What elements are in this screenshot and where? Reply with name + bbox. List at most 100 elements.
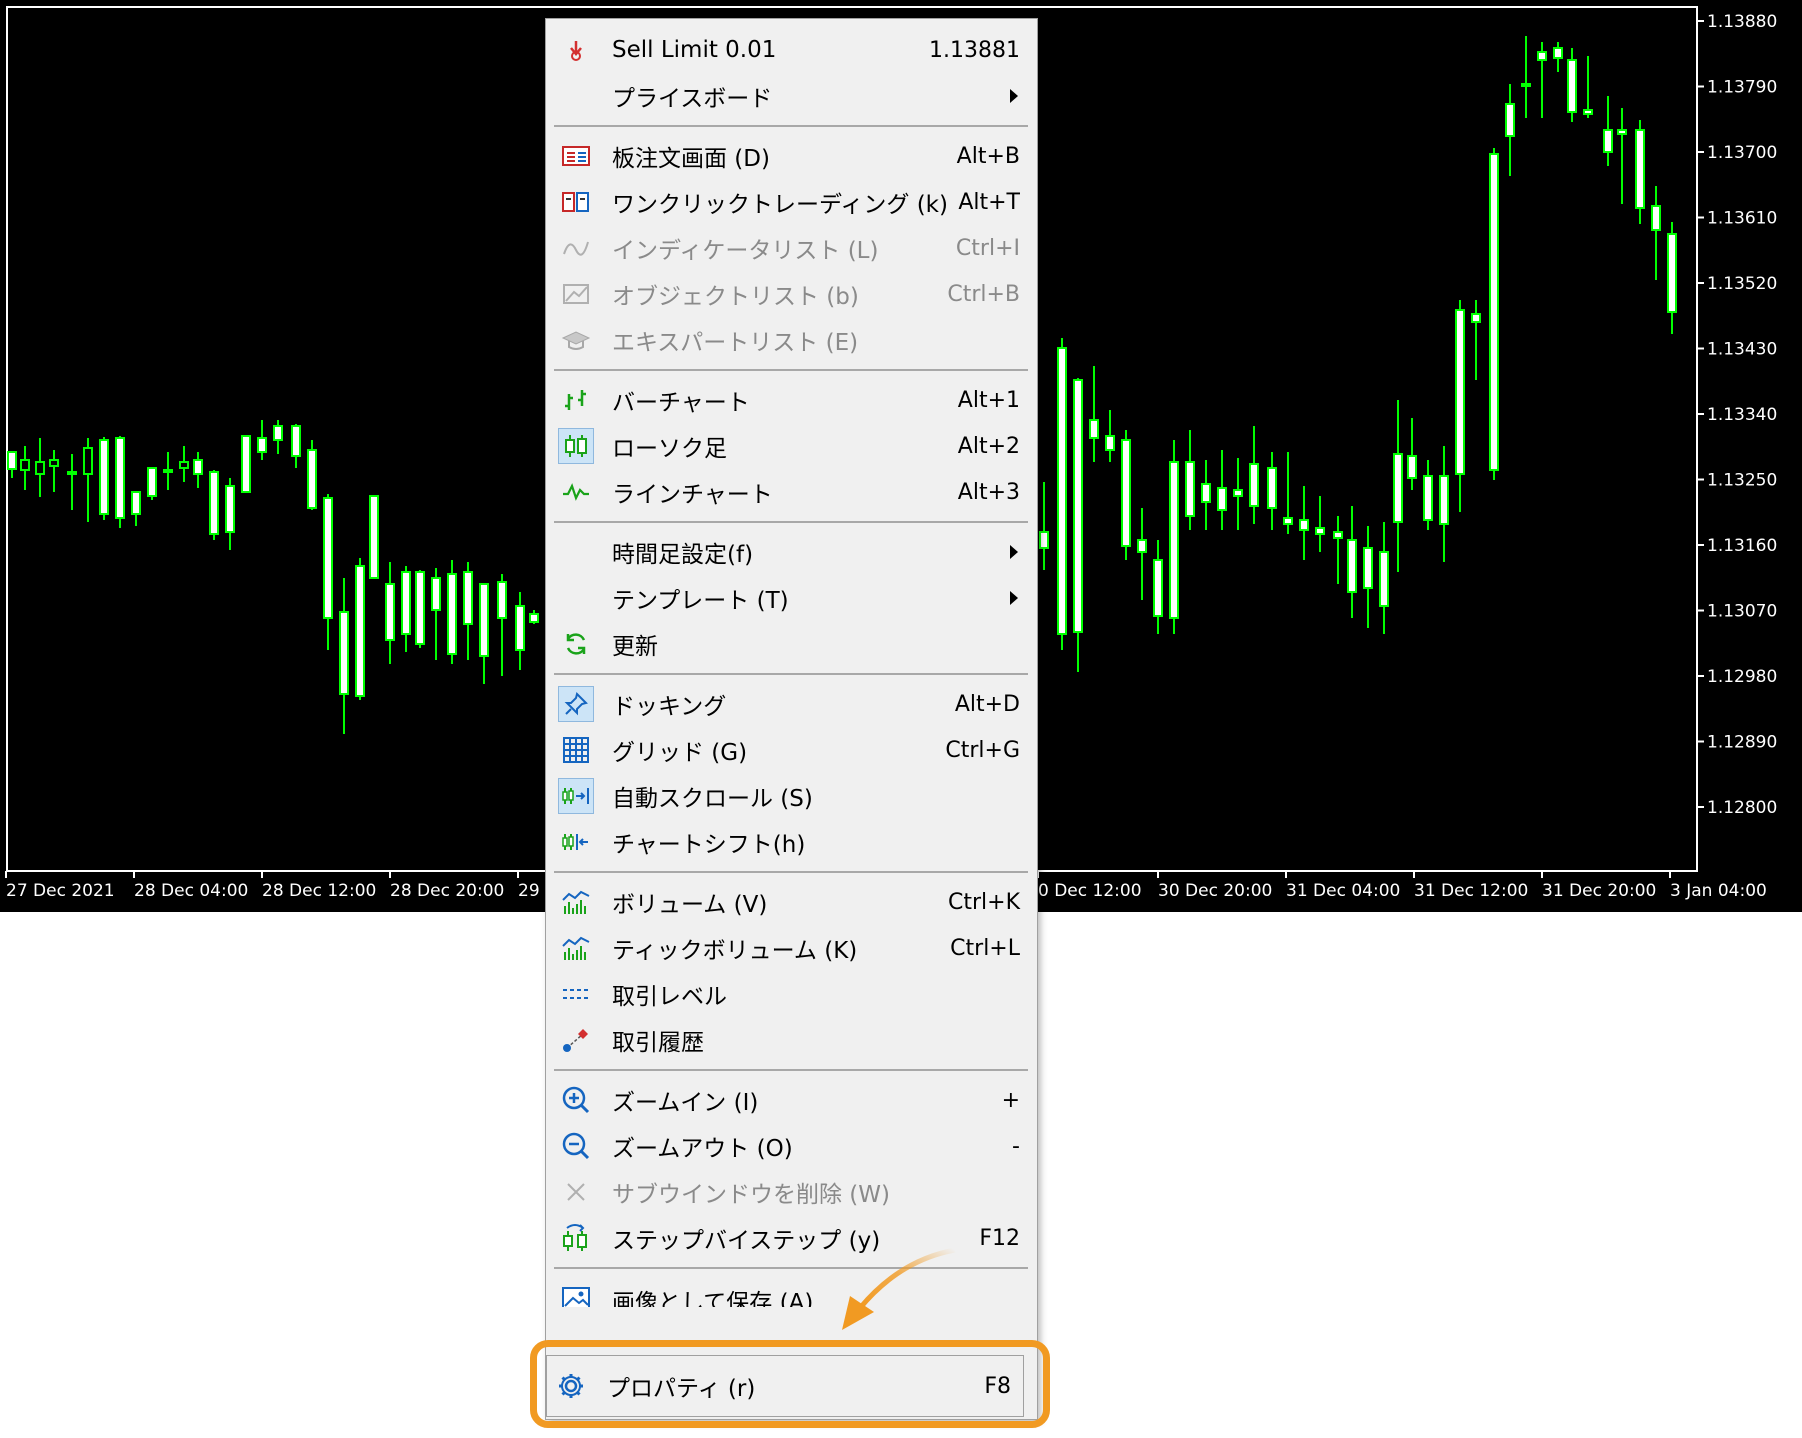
menu-separator — [554, 369, 1028, 371]
menu-item-indicator-list[interactable]: インディケータリスト (L) Ctrl+I — [552, 227, 1032, 269]
chart-shift-icon — [558, 824, 594, 860]
candle-body — [1537, 51, 1547, 61]
menu-item-label: 時間足設定(f) — [612, 542, 754, 568]
candle-body — [225, 485, 235, 533]
tick-volume-icon — [558, 930, 594, 966]
menu-item-zoom-out[interactable]: ズームアウト (O) - — [552, 1125, 1032, 1167]
candle-body — [323, 497, 333, 619]
menu-item-chart-shift[interactable]: チャートシフト(h) — [552, 821, 1032, 863]
candle-body — [115, 437, 125, 519]
candle-body — [7, 451, 17, 470]
candle-body — [20, 459, 30, 471]
menu-item-label: プライスボード — [612, 86, 773, 112]
menu-item-delete-subwindow[interactable]: サブウインドウを削除 (W) — [552, 1171, 1032, 1213]
candle-body — [1267, 467, 1277, 509]
menu-item-shortcut: Ctrl+B — [947, 281, 1020, 307]
menu-item-label: 更新 — [612, 634, 658, 660]
price-scale-label: 1.13070 — [1707, 602, 1777, 622]
menu-item-docking[interactable]: ドッキング Alt+D — [552, 683, 1032, 725]
candle-body — [1471, 313, 1481, 323]
time-scale-label: 28 Dec 20:00 — [390, 881, 504, 901]
grid-icon — [558, 732, 594, 768]
candle-body — [1567, 59, 1577, 113]
candle-body — [1283, 517, 1293, 525]
price-scale-label: 1.13520 — [1707, 274, 1777, 294]
price-scale-label: 1.12800 — [1707, 798, 1777, 818]
candle-body — [1489, 153, 1499, 471]
menu-item-shortcut: Alt+T — [958, 189, 1020, 215]
price-scale-label: 1.13160 — [1707, 536, 1777, 556]
candle-body — [1315, 527, 1325, 535]
menu-item-label: ティックボリューム (K) — [612, 938, 858, 964]
candle-body — [35, 461, 45, 475]
menu-item-label: オブジェクトリスト (b) — [612, 284, 859, 310]
menu-item-label: ドッキング — [612, 694, 727, 720]
candle-body — [497, 581, 507, 619]
menu-item-volume[interactable]: ボリューム (V) Ctrl+K — [552, 881, 1032, 923]
candle-body — [1057, 347, 1067, 635]
menu-item-grid[interactable]: グリッド (G) Ctrl+G — [552, 729, 1032, 771]
candle-body — [1299, 519, 1309, 531]
menu-item-trade-history[interactable]: 取引履歴 — [552, 1019, 1032, 1061]
trade-history-icon — [558, 1022, 594, 1058]
time-scale-label: 30 Dec 20:00 — [1158, 881, 1272, 901]
candle-body — [415, 571, 425, 645]
close-icon — [558, 1174, 594, 1210]
menu-item-expert-list[interactable]: エキスパートリスト (E) — [552, 319, 1032, 361]
candle-body — [1455, 309, 1465, 475]
price-scale-label: 1.13340 — [1707, 405, 1777, 425]
menu-item-shortcut: Alt+B — [956, 143, 1020, 169]
candle-body — [147, 467, 157, 497]
candle-body — [1137, 539, 1147, 553]
candle-body — [529, 613, 539, 623]
time-scale-label: 31 Dec 20:00 — [1542, 881, 1656, 901]
menu-item-auto-scroll[interactable]: 自動スクロール (S) — [552, 775, 1032, 817]
candle-body — [1089, 419, 1099, 439]
menu-item-timeframes[interactable]: 時間足設定(f) — [552, 531, 1032, 573]
time-scale-label: 0 Dec 12:00 — [1038, 881, 1142, 901]
menu-item-shortcut: Ctrl+G — [945, 737, 1020, 763]
candle-body — [479, 583, 489, 657]
menu-item-bar-chart[interactable]: バーチャート Alt+1 — [552, 379, 1032, 421]
menu-item-sell-limit[interactable]: Sell Limit 0.01 1.13881 — [552, 29, 1032, 71]
menu-separator — [554, 1069, 1028, 1071]
candle-body — [1667, 233, 1677, 313]
menu-item-depth-of-market[interactable]: 板注文画面 (D) Alt+B — [552, 135, 1032, 177]
save-image-icon — [558, 1280, 594, 1307]
candle-body — [1583, 109, 1593, 115]
menu-item-label: ズームアウト (O) — [612, 1136, 793, 1162]
candle-body — [179, 461, 189, 469]
candle-body — [401, 571, 411, 635]
menu-item-label: ラインチャート — [612, 482, 773, 508]
indicator-list-icon — [558, 230, 594, 266]
menu-item-label: Sell Limit 0.01 — [612, 37, 777, 63]
menu-item-trade-levels[interactable]: 取引レベル — [552, 973, 1032, 1015]
price-scale-label: 1.13790 — [1707, 78, 1777, 98]
menu-item-template[interactable]: テンプレート (T) — [552, 577, 1032, 619]
candle-body — [291, 425, 301, 457]
menu-item-line-chart[interactable]: ラインチャート Alt+3 — [552, 471, 1032, 513]
menu-item-priceboard[interactable]: プライスボード — [552, 75, 1032, 117]
menu-item-zoom-in[interactable]: ズームイン (I) + — [552, 1079, 1032, 1121]
menu-item-label: テンプレート (T) — [612, 588, 789, 614]
candle-body — [1153, 559, 1163, 617]
menu-item-one-click-trading[interactable]: ワンクリックトレーディング (k) Alt+T — [552, 181, 1032, 223]
object-list-icon — [558, 276, 594, 312]
candle-body — [1505, 103, 1515, 137]
menu-item-label: チャートシフト(h) — [612, 832, 806, 858]
candle-body — [1603, 129, 1613, 153]
menu-item-candlestick[interactable]: ローソク足 Alt+2 — [552, 425, 1032, 467]
candle-body — [193, 459, 203, 475]
menu-item-label: ズームイン (I) — [612, 1090, 759, 1116]
menu-item-refresh[interactable]: 更新 — [552, 623, 1032, 665]
trade-levels-icon — [558, 976, 594, 1012]
candle-body — [355, 565, 365, 697]
menu-item-tick-volume[interactable]: ティックボリューム (K) Ctrl+L — [552, 927, 1032, 969]
candle-body — [1185, 461, 1195, 517]
menu-separator — [554, 521, 1028, 523]
candle-body — [1423, 475, 1433, 521]
chart-context-menu: Sell Limit 0.01 1.13881 プライスボード 板注文画面 (D… — [545, 18, 1038, 1420]
candle-body — [163, 469, 173, 473]
menu-item-object-list[interactable]: オブジェクトリスト (b) Ctrl+B — [552, 273, 1032, 315]
menu-item-label: インディケータリスト (L) — [612, 238, 879, 264]
